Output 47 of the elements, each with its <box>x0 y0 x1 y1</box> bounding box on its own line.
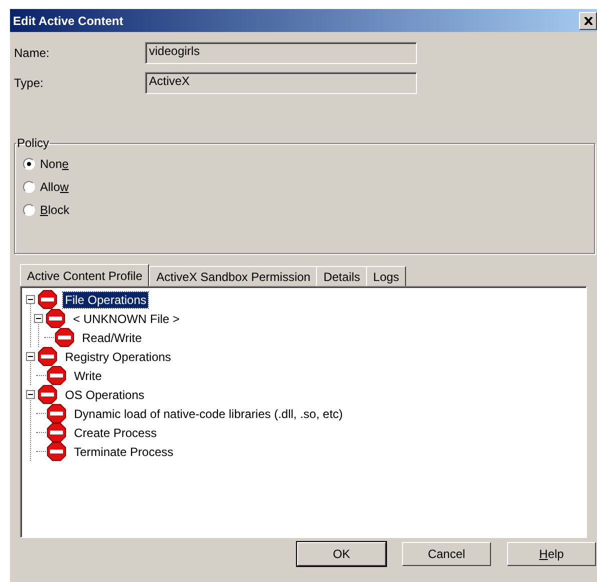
minus-icon <box>36 318 41 319</box>
collapse-toggle[interactable] <box>26 390 35 399</box>
input-field[interactable]: ActiveX <box>145 72 417 94</box>
tab[interactable]: ActiveX Sandbox Permission <box>149 266 318 286</box>
tab[interactable]: Logs <box>366 266 406 286</box>
collapse-toggle[interactable] <box>26 295 35 304</box>
tree-item[interactable]: Read/Write <box>80 330 144 346</box>
field-label: Type: <box>14 76 44 90</box>
tree-item[interactable]: Create Process <box>72 424 159 440</box>
stop-sign-icon <box>38 290 57 309</box>
stop-sign-icon <box>38 385 57 404</box>
radio-button[interactable] <box>23 204 35 216</box>
group-title: Policy <box>16 136 50 150</box>
collapse-toggle[interactable] <box>26 352 35 361</box>
collapse-toggle[interactable] <box>34 314 43 323</box>
minus-icon <box>28 356 33 357</box>
stop-sign-icon <box>46 309 65 328</box>
stop-sign-icon <box>55 328 74 347</box>
tab[interactable]: Details <box>316 266 368 286</box>
stop-sign-icon <box>38 347 57 366</box>
radio-label[interactable]: Allow <box>40 180 69 194</box>
minus-icon <box>28 394 33 395</box>
close-icon <box>584 16 592 24</box>
radio-label[interactable]: Block <box>40 202 70 216</box>
stop-sign-icon <box>47 404 66 423</box>
dialog-button[interactable]: Help <box>507 542 596 566</box>
stop-sign-icon <box>47 423 66 442</box>
field-label: Name: <box>14 46 50 60</box>
stop-sign-icon <box>47 366 66 385</box>
dialog-button[interactable]: Cancel <box>402 542 491 566</box>
tab[interactable]: Active Content Profile <box>20 264 150 286</box>
tree-item[interactable]: Write <box>72 368 104 384</box>
tree-item[interactable]: < UNKNOWN File > <box>71 310 182 326</box>
dialog-button[interactable]: OK <box>297 542 386 566</box>
tree-item[interactable]: OS Operations <box>63 386 146 402</box>
input-field[interactable]: videogirls <box>145 42 417 64</box>
stop-sign-icon <box>47 442 66 461</box>
tree-item[interactable]: Dynamic load of native-code libraries (.dll, .so, etc) <box>72 406 345 422</box>
close-button[interactable] <box>579 12 597 30</box>
radio-button[interactable] <box>23 180 35 192</box>
radio-button[interactable] <box>23 158 35 170</box>
radio-label[interactable]: None <box>40 156 69 170</box>
minus-icon <box>28 299 33 300</box>
window-title: Edit Active Content <box>13 14 124 28</box>
tree-item[interactable]: Terminate Process <box>72 444 176 460</box>
tree-item[interactable]: File Operations <box>63 292 148 308</box>
tree-item[interactable]: Registry Operations <box>63 348 174 364</box>
